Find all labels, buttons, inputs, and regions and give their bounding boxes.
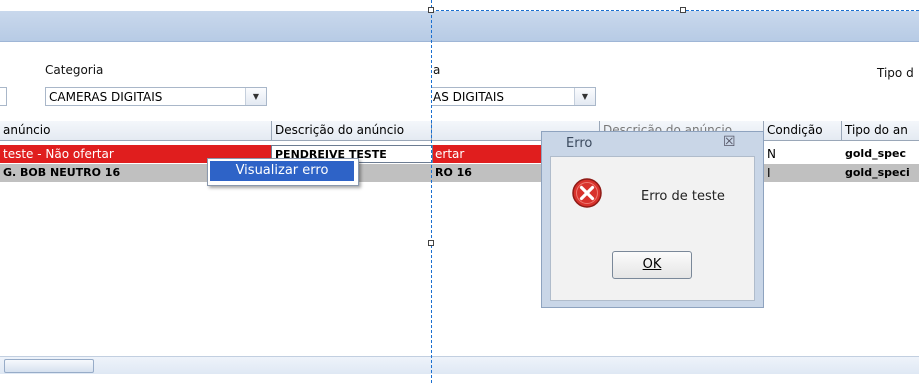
error-dialog: Erro ☒ Erro de teste OK (541, 131, 764, 308)
context-menu: Visualizar erro (207, 158, 359, 186)
categoria-combo-value: CAMERAS DIGITAIS (49, 90, 163, 104)
column-header-descricao[interactable]: Descrição do anúncio (272, 121, 432, 140)
dialog-body: Erro de teste OK (550, 156, 755, 301)
resize-handle[interactable] (680, 7, 686, 13)
dialog-titlebar[interactable]: Erro ☒ (542, 132, 763, 156)
error-icon (572, 178, 602, 208)
categoria2-combo[interactable]: AS DIGITAIS ▼ (432, 87, 596, 106)
resize-handle[interactable] (428, 7, 434, 13)
selection-guide-vertical (431, 0, 432, 383)
resize-handle[interactable] (428, 240, 434, 246)
row-cell-anuncio-2[interactable]: RO 16 (432, 164, 542, 182)
selection-guide-horizontal (431, 10, 919, 11)
panel-header-strip (0, 11, 919, 42)
close-icon[interactable]: ☒ (723, 134, 736, 150)
horizontal-scrollbar[interactable] (0, 356, 919, 374)
column-header-condicao[interactable]: Condição (764, 121, 842, 140)
column-header-tipo[interactable]: Tipo do an (842, 121, 919, 140)
scrollbar-thumb[interactable] (4, 359, 94, 373)
row-cell-condicao[interactable]: I (764, 164, 842, 182)
chevron-down-icon[interactable]: ▼ (245, 88, 266, 105)
categoria2-combo-value: AS DIGITAIS (433, 90, 505, 104)
row-cell-tipo[interactable]: gold_speci (842, 164, 919, 182)
dialog-title: Erro (566, 136, 593, 151)
ok-button[interactable]: OK (612, 251, 692, 279)
chevron-down-icon[interactable]: ▼ (574, 88, 595, 105)
row-cell-tipo[interactable]: gold_spec (842, 145, 919, 163)
categoria-label: Categoria (45, 63, 104, 77)
dialog-message: Erro de teste (641, 189, 725, 204)
categoria-combo[interactable]: CAMERAS DIGITAIS ▼ (45, 87, 267, 106)
column-header-anuncio[interactable]: anúncio (0, 121, 272, 140)
row-cell-anuncio-2[interactable]: ertar (432, 145, 542, 163)
ok-button-label: OK (642, 257, 662, 272)
row-cell-condicao[interactable]: N (764, 145, 842, 163)
categoria2-label-partial: a (433, 63, 441, 77)
left-combo-partial[interactable] (0, 87, 7, 106)
menu-item-visualizar-erro[interactable]: Visualizar erro (210, 161, 354, 181)
tipo-label-partial: Tipo d (877, 66, 914, 80)
